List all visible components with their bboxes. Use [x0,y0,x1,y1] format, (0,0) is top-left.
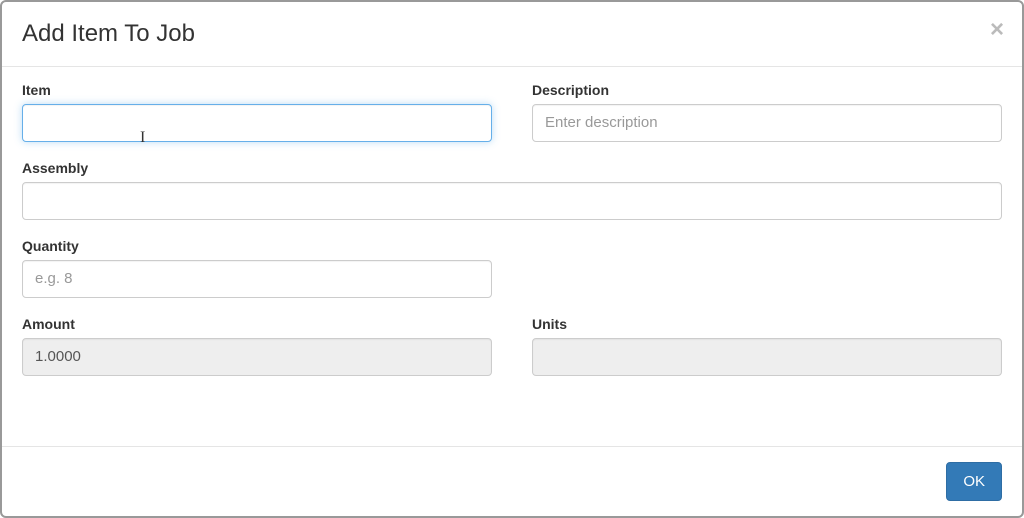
modal-title: Add Item To Job [22,17,1002,51]
modal-body: Item Description Assembly Quantity Amoun… [2,67,1022,446]
item-input[interactable] [22,104,492,142]
item-group: Item [22,82,492,142]
amount-input [22,338,492,376]
ok-button[interactable]: OK [946,462,1002,501]
description-label: Description [532,82,1002,98]
close-icon[interactable]: × [990,18,1004,42]
modal-footer: OK [2,446,1022,516]
units-label: Units [532,316,1002,332]
assembly-label: Assembly [22,160,1002,176]
quantity-input[interactable] [22,260,492,298]
units-group: Units [532,316,1002,376]
amount-group: Amount [22,316,492,376]
amount-label: Amount [22,316,492,332]
assembly-group: Assembly [22,160,1002,220]
quantity-group: Quantity [22,238,492,298]
add-item-modal: Add Item To Job × Item Description Assem… [0,0,1024,518]
modal-header: Add Item To Job × [2,2,1022,67]
description-input[interactable] [532,104,1002,142]
units-input [532,338,1002,376]
description-group: Description [532,82,1002,142]
quantity-label: Quantity [22,238,492,254]
assembly-input[interactable] [22,182,1002,220]
item-label: Item [22,82,492,98]
